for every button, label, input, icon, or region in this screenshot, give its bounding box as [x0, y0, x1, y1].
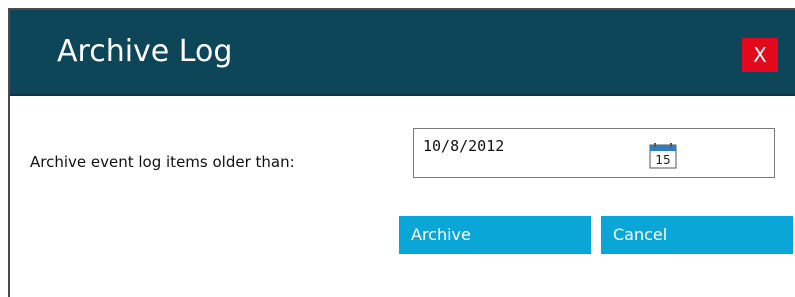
calendar-day-text: 15	[655, 153, 670, 167]
dialog-body: Archive event log items older than: 10/8…	[10, 96, 795, 297]
page: Archive Log X Archive event log items ol…	[0, 0, 795, 297]
cancel-button[interactable]: Cancel	[601, 216, 793, 254]
title-bar: Archive Log X	[10, 10, 795, 96]
archive-button[interactable]: Archive	[399, 216, 591, 254]
archive-date-label: Archive event log items older than:	[30, 153, 295, 171]
archive-date-input[interactable]: 10/8/2012 15	[413, 128, 775, 178]
calendar-icon[interactable]: 15	[647, 143, 679, 169]
close-button[interactable]: X	[742, 38, 778, 72]
archive-log-dialog: Archive Log X Archive event log items ol…	[8, 8, 795, 297]
dialog-title: Archive Log	[57, 34, 233, 69]
archive-date-value: 10/8/2012	[423, 137, 505, 155]
